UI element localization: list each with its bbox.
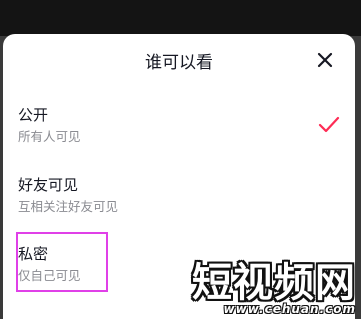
option-label: 公开: [18, 106, 49, 124]
watermark-url: www.cehuan.com: [223, 302, 356, 316]
highlight-annotation-box: [16, 232, 108, 292]
option-public[interactable]: 公开 所有人可见: [3, 104, 355, 164]
app-top-bar: [0, 0, 361, 36]
option-sublabel: 互相关注好友可见: [18, 199, 119, 214]
sheet-title: 谁可以看: [145, 53, 213, 73]
checkmark-icon: [318, 116, 340, 134]
watermark: 短视频网 www.cehuan.com: [176, 254, 360, 318]
option-label: 好友可见: [18, 176, 79, 194]
close-icon[interactable]: [316, 51, 334, 69]
watermark-text: 短视频网: [192, 259, 356, 306]
option-friends[interactable]: 好友可见 互相关注好友可见: [3, 174, 355, 234]
option-sublabel: 所有人可见: [18, 129, 81, 144]
